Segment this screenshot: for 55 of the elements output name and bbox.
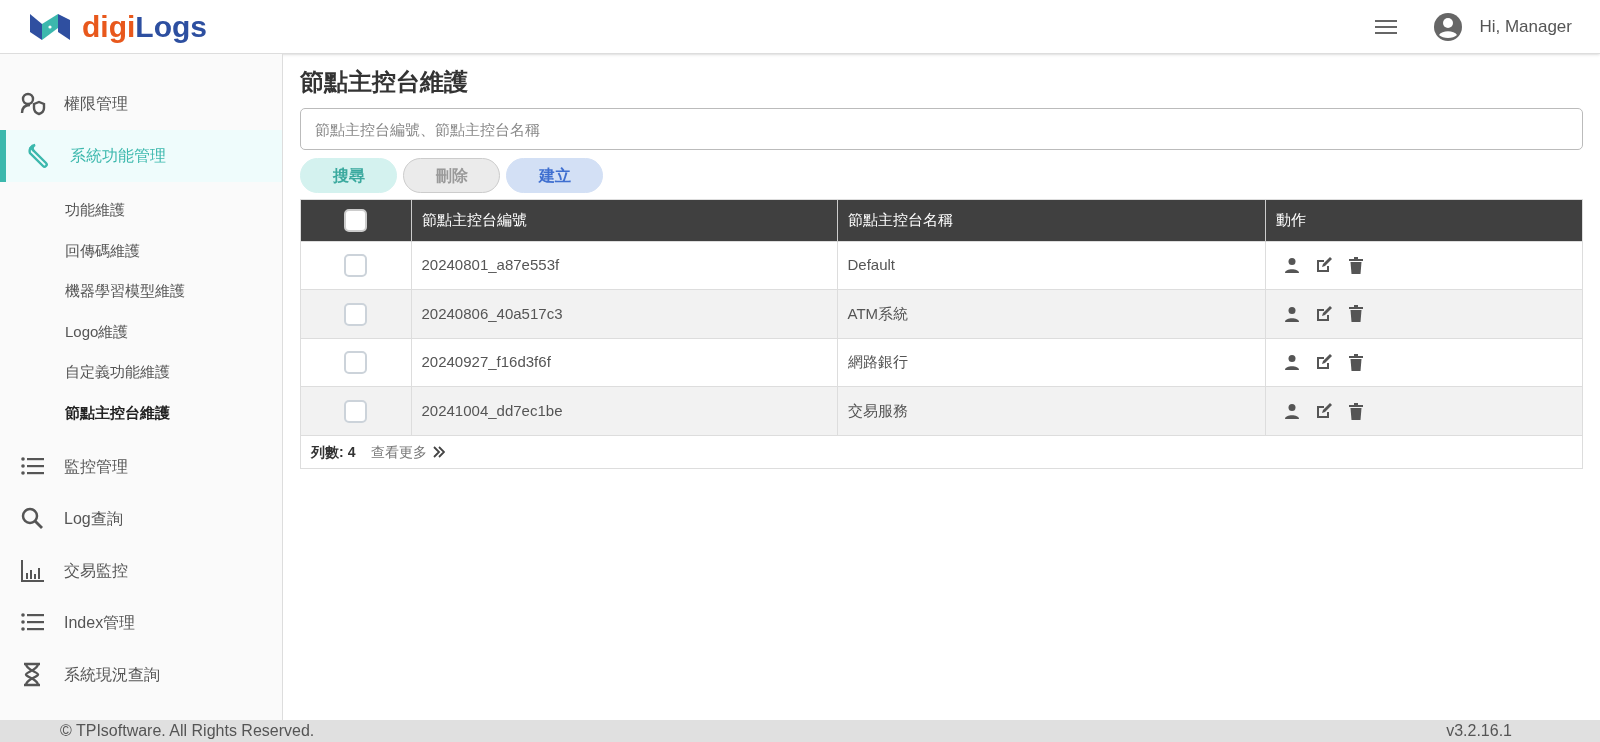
trash-icon[interactable] [1348,402,1363,420]
edit-icon[interactable] [1315,354,1333,371]
column-header: 節點主控台編號 [411,200,837,241]
search-field[interactable]: 節點主控台編號、節點主控台名稱 [300,108,1583,150]
edit-icon[interactable] [1315,403,1333,419]
table-cell: 20240927_f16d3f6f [411,338,837,387]
view-more-link[interactable]: 查看更多 [371,441,428,463]
table-cell: 交易服務 [837,386,1265,435]
edit-icon[interactable] [1315,257,1333,274]
table-cell: 20240806_40a517c3 [411,289,837,338]
bar-chart-icon [20,558,46,584]
people-icon [20,91,46,117]
user-icon[interactable] [1283,305,1300,322]
trash-icon[interactable] [1348,256,1363,274]
submenu-item[interactable]: 自定義功能維護 [0,352,282,393]
row-count-label: 列數: [311,442,344,462]
copyright-text: © TPIsoftware. All Rights Reserved. [60,721,315,741]
sidebar-item[interactable]: 監控管理 [0,441,282,493]
user-icon[interactable] [1283,354,1300,371]
submenu-item[interactable]: 節點主控台維護 [0,392,282,433]
submenu-item[interactable]: 回傳碼維護 [0,230,282,271]
menu-icon[interactable] [1375,18,1398,35]
submenu-item[interactable]: 機器學習模型維護 [0,271,282,312]
table-cell: Default [837,241,1265,290]
checkbox[interactable] [344,399,368,423]
submenu-item[interactable]: 功能維護 [0,190,282,231]
table-cell: 20240801_a87e553f [411,241,837,290]
page-title: 節點主控台維護 [300,67,469,97]
table-cell: ATM系統 [837,289,1265,338]
sidebar-item[interactable]: 交易監控 [0,545,282,597]
logo-text: digiLogs [82,11,207,42]
sidebar-item[interactable]: 系統現況查詢 [0,649,282,701]
user-icon[interactable] [1283,403,1300,419]
sidebar-item[interactable]: Log查詢 [0,493,282,545]
version-text: v3.2.16.1 [1446,721,1512,741]
edit-icon[interactable] [1315,305,1333,322]
user-avatar-icon[interactable] [1433,11,1464,42]
checkbox[interactable] [344,351,368,374]
checkbox[interactable] [344,302,368,326]
submenu-item[interactable]: Logo維護 [0,311,282,352]
column-header: 節點主控台名稱 [837,200,1265,241]
row-count: 4 [347,442,356,462]
table-cell: 網路銀行 [837,338,1265,387]
greeting-text: Hi, Manager [1479,15,1572,38]
checkbox[interactable] [344,209,368,232]
checkbox[interactable] [344,254,368,277]
user-icon[interactable] [1283,257,1300,274]
double-chevron-icon [433,446,446,458]
create-button[interactable]: 建立 [506,158,603,193]
sidebar-item[interactable]: Index管理 [0,597,282,649]
column-header: 動作 [1265,200,1582,241]
trash-icon[interactable] [1348,353,1363,371]
sidebar-item[interactable]: 權限管理 [0,78,282,130]
table-cell: 20241004_dd7ec1be [411,386,837,435]
trash-icon[interactable] [1348,305,1363,323]
